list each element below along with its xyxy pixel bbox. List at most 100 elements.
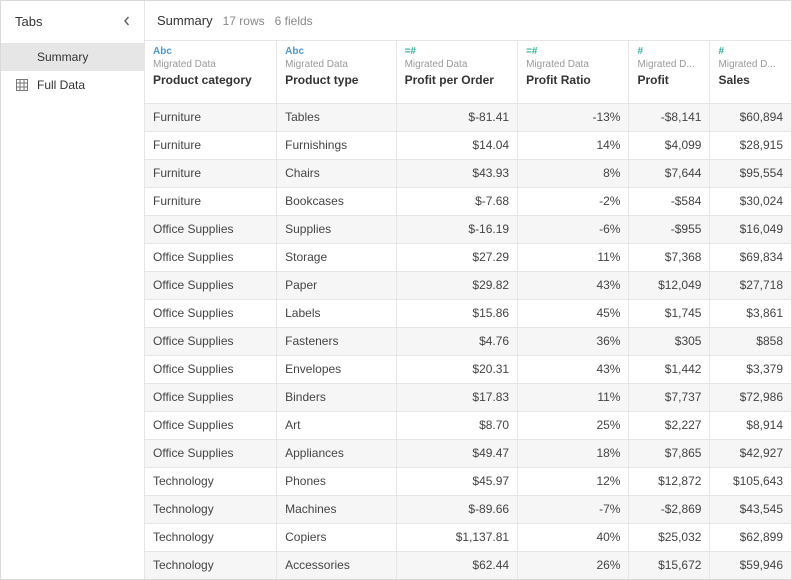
cell: $-16.19	[396, 215, 518, 243]
column-header[interactable]: =# Migrated Data Profit Ratio	[518, 41, 629, 103]
table-row[interactable]: TechnologyAccessories$62.4426%$15,672$59…	[145, 551, 791, 579]
cell: 40%	[518, 523, 629, 551]
cell: -$955	[629, 215, 710, 243]
cell: $95,554	[710, 159, 791, 187]
blank-icon	[15, 50, 29, 64]
cell: Envelopes	[277, 355, 396, 383]
text-type-icon: Abc	[153, 47, 268, 57]
table-row[interactable]: Office SuppliesFasteners$4.7636%$305$858	[145, 327, 791, 355]
cell: -$8,141	[629, 103, 710, 131]
main: Summary 17 rows 6 fields AbcMigrated Dat…	[145, 1, 791, 579]
table-header: AbcMigrated DataProduct categoryAbcMigra…	[145, 41, 791, 103]
collapse-sidebar-icon[interactable]	[122, 13, 132, 29]
table-row[interactable]: TechnologyPhones$45.9712%$12,872$105,643	[145, 467, 791, 495]
cell: $1,745	[629, 299, 710, 327]
cell: Office Supplies	[145, 243, 277, 271]
sidebar-item-label: Full Data	[37, 78, 85, 92]
cell: Technology	[145, 495, 277, 523]
sidebar-item-summary[interactable]: Summary	[1, 43, 144, 71]
table-row[interactable]: FurnitureChairs$43.938%$7,644$95,554	[145, 159, 791, 187]
cell: $7,644	[629, 159, 710, 187]
column-header[interactable]: =#Migrated DataProfit per Order	[396, 41, 518, 103]
cell: Office Supplies	[145, 383, 277, 411]
table-row[interactable]: Office SuppliesSupplies$-16.19-6%-$955$1…	[145, 215, 791, 243]
cell: $105,643	[710, 467, 791, 495]
table-row[interactable]: FurnitureTables$-81.41-13%-$8,141$60,894	[145, 103, 791, 131]
column-source: Migrated Data	[526, 59, 620, 70]
cell: $-7.68	[396, 187, 518, 215]
cell: $15.86	[396, 299, 518, 327]
table-row[interactable]: Office SuppliesStorage$27.2911%$7,368$69…	[145, 243, 791, 271]
cell: $4.76	[396, 327, 518, 355]
cell: $29.82	[396, 271, 518, 299]
cell: $62.44	[396, 551, 518, 579]
cell: Phones	[277, 467, 396, 495]
cell: 36%	[518, 327, 629, 355]
sidebar-title: Tabs	[15, 14, 42, 29]
cell: $858	[710, 327, 791, 355]
cell: 43%	[518, 271, 629, 299]
cell: Technology	[145, 551, 277, 579]
cell: Paper	[277, 271, 396, 299]
cell: $49.47	[396, 439, 518, 467]
column-header[interactable]: AbcMigrated DataProduct type	[277, 41, 396, 103]
column-name: Profit per Order	[405, 73, 510, 87]
column-name: Product category	[153, 73, 268, 87]
column-header[interactable]: #Migrated D...Sales	[710, 41, 791, 103]
sidebar-item-full-data[interactable]: Full Data	[1, 71, 144, 99]
cell: -7%	[518, 495, 629, 523]
cell: $17.83	[396, 383, 518, 411]
cell: $1,442	[629, 355, 710, 383]
cell: 8%	[518, 159, 629, 187]
column-name: Profit Ratio	[526, 73, 620, 87]
table-row[interactable]: TechnologyMachines$-89.66-7%-$2,869$43,5…	[145, 495, 791, 523]
cell: Furniture	[145, 159, 277, 187]
sidebar-item-label: Summary	[37, 50, 88, 64]
cell: Furnishings	[277, 131, 396, 159]
table-row[interactable]: Office SuppliesLabels$15.8645%$1,745$3,8…	[145, 299, 791, 327]
cell: $15,672	[629, 551, 710, 579]
table-row[interactable]: Office SuppliesAppliances$49.4718%$7,865…	[145, 439, 791, 467]
data-table: AbcMigrated DataProduct categoryAbcMigra…	[145, 41, 791, 579]
cell: $7,737	[629, 383, 710, 411]
number-type-icon: =#	[405, 47, 510, 57]
cell: Furniture	[145, 103, 277, 131]
cell: $-81.41	[396, 103, 518, 131]
cell: -13%	[518, 103, 629, 131]
table-row[interactable]: Office SuppliesBinders$17.8311%$7,737$72…	[145, 383, 791, 411]
table-row[interactable]: Office SuppliesArt$8.7025%$2,227$8,914	[145, 411, 791, 439]
main-header: Summary 17 rows 6 fields	[145, 1, 791, 41]
cell: $12,872	[629, 467, 710, 495]
cell: 12%	[518, 467, 629, 495]
cell: Binders	[277, 383, 396, 411]
column-header[interactable]: #Migrated D...Profit	[629, 41, 710, 103]
cell: 11%	[518, 383, 629, 411]
cell: Technology	[145, 523, 277, 551]
table-row[interactable]: Office SuppliesPaper$29.8243%$12,049$27,…	[145, 271, 791, 299]
cell: 43%	[518, 355, 629, 383]
table-row[interactable]: Office SuppliesEnvelopes$20.3143%$1,442$…	[145, 355, 791, 383]
number-type-icon: #	[718, 47, 783, 57]
row-count: 17 rows	[223, 14, 265, 28]
cell: 14%	[518, 131, 629, 159]
cell: $3,379	[710, 355, 791, 383]
table-row[interactable]: FurnitureBookcases$-7.68-2%-$584$30,024	[145, 187, 791, 215]
sidebar-header: Tabs	[1, 1, 144, 41]
table-row[interactable]: TechnologyCopiers$1,137.8140%$25,032$62,…	[145, 523, 791, 551]
cell: Storage	[277, 243, 396, 271]
column-source: Migrated D...	[718, 59, 783, 70]
cell: Office Supplies	[145, 411, 277, 439]
cell: Labels	[277, 299, 396, 327]
cell: 45%	[518, 299, 629, 327]
cell: $16,049	[710, 215, 791, 243]
cell: $1,137.81	[396, 523, 518, 551]
cell: $43,545	[710, 495, 791, 523]
table-row[interactable]: FurnitureFurnishings$14.0414%$4,099$28,9…	[145, 131, 791, 159]
number-type-icon: =#	[526, 47, 620, 57]
cell: Tables	[277, 103, 396, 131]
cell: $-89.66	[396, 495, 518, 523]
cell: Office Supplies	[145, 327, 277, 355]
cell: $43.93	[396, 159, 518, 187]
data-table-scroll[interactable]: AbcMigrated DataProduct categoryAbcMigra…	[145, 41, 791, 579]
column-header[interactable]: AbcMigrated DataProduct category	[145, 41, 277, 103]
